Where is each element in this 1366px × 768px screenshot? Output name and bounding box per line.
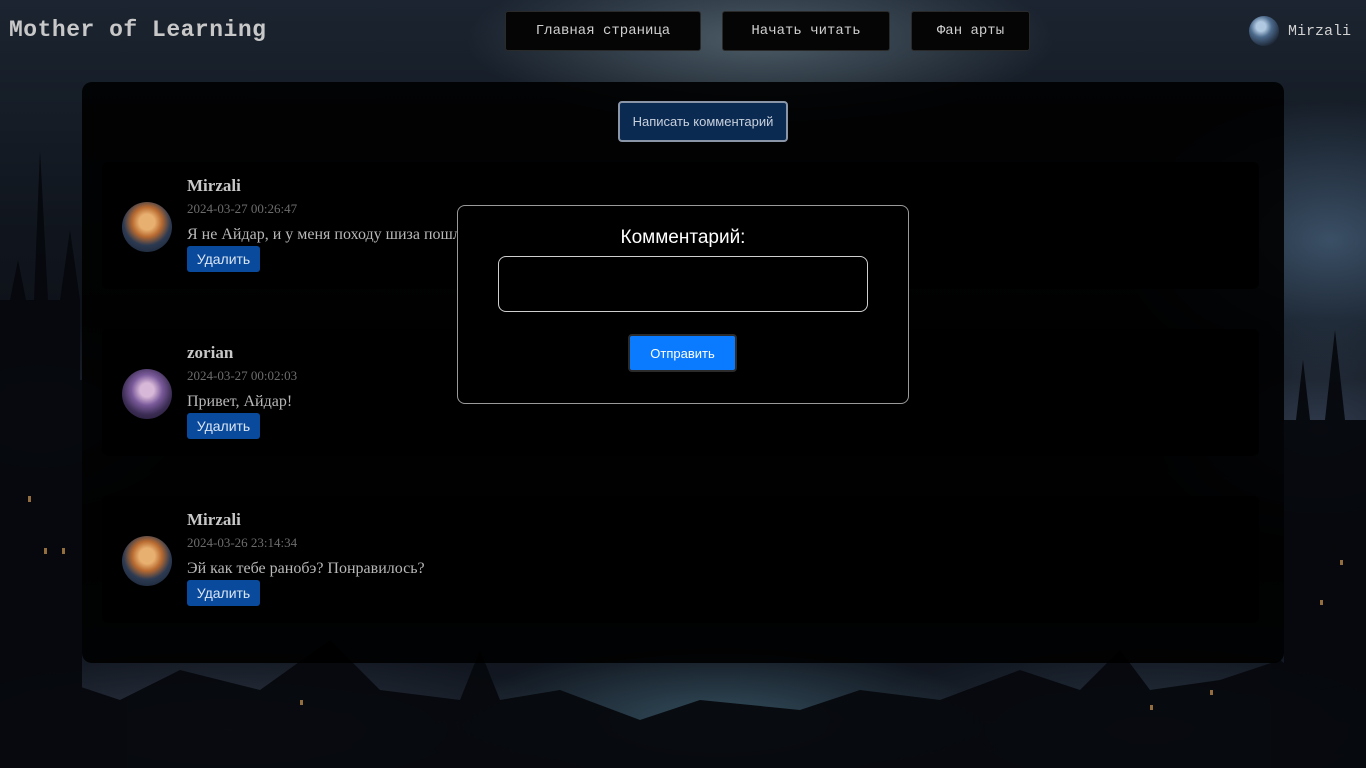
nav-start-reading-button[interactable]: Начать читать [722, 11, 890, 51]
comment-author: zorian [187, 343, 234, 362]
avatar [122, 202, 172, 252]
comment-text: Привет, Айдар! [187, 393, 293, 410]
site-title[interactable]: Mother of Learning [9, 17, 266, 43]
nav-home-button[interactable]: Главная страница [505, 11, 701, 51]
modal-title: Комментарий: [620, 227, 746, 248]
user-avatar-icon [1249, 16, 1279, 46]
send-comment-button[interactable]: Отправить [628, 334, 737, 372]
comment-text: Эй как тебе ранобэ? Понравилось? [187, 560, 425, 577]
avatar [122, 369, 172, 419]
delete-comment-button[interactable]: Удалить [187, 580, 260, 606]
comment-input[interactable] [498, 256, 868, 312]
comment-date: 2024-03-27 00:26:47 [187, 201, 298, 216]
avatar [122, 536, 172, 586]
comment-card: Mirzali 2024-03-26 23:14:34 Эй как тебе … [102, 496, 1259, 623]
delete-comment-button[interactable]: Удалить [187, 413, 260, 439]
comment-date: 2024-03-26 23:14:34 [187, 535, 298, 550]
comment-date: 2024-03-27 00:02:03 [187, 368, 298, 383]
user-name: Mirzali [1288, 22, 1352, 40]
comment-author: Mirzali [187, 176, 241, 195]
nav-fan-art-button[interactable]: Фан арты [911, 11, 1030, 51]
delete-comment-button[interactable]: Удалить [187, 246, 260, 272]
write-comment-button[interactable]: Написать комментарий [618, 101, 788, 142]
user-profile-menu[interactable]: Mirzali [1249, 16, 1351, 46]
comment-text: Я не Айдар, и у меня походу шиза пошла [187, 226, 468, 243]
comment-author: Mirzali [187, 510, 241, 529]
comment-modal: Комментарий: Отправить [457, 205, 909, 404]
